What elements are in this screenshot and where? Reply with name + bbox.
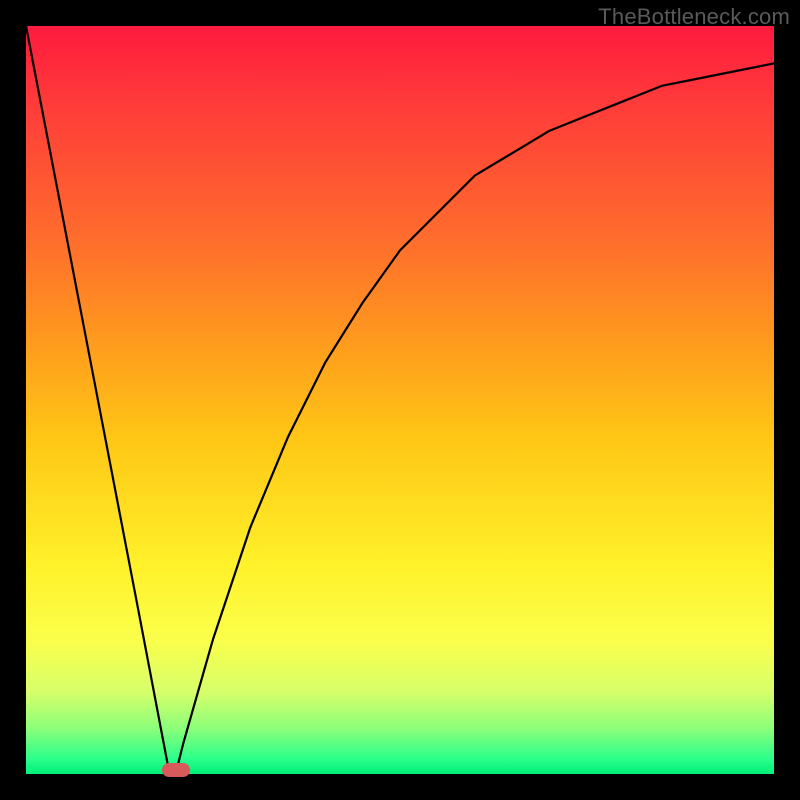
chart-frame: TheBottleneck.com bbox=[0, 0, 800, 800]
bottleneck-marker bbox=[162, 763, 190, 777]
watermark-text: TheBottleneck.com bbox=[598, 4, 790, 30]
plot-area bbox=[26, 26, 774, 774]
bottleneck-curve bbox=[26, 26, 774, 774]
